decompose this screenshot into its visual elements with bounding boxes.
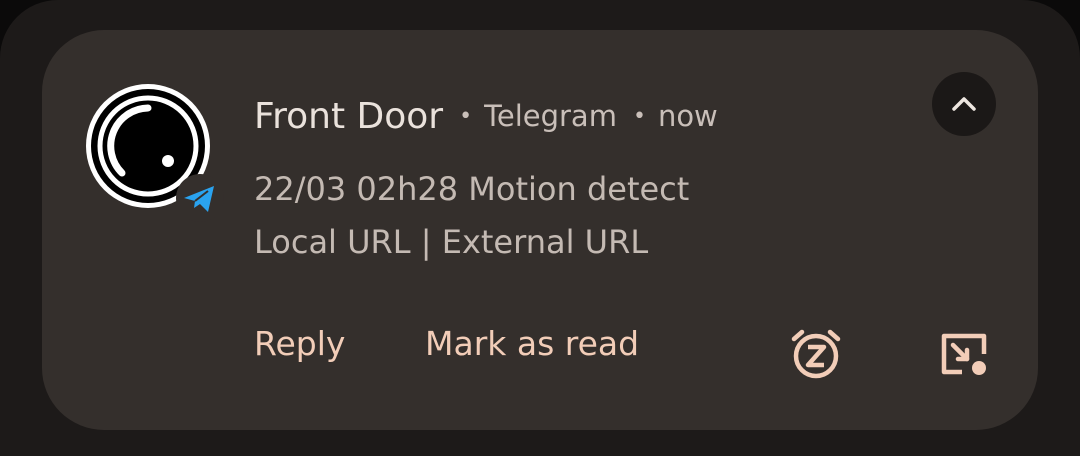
telegram-plane-icon — [174, 172, 226, 224]
snooze-alarm-icon — [791, 329, 841, 379]
app-name: Telegram — [484, 99, 617, 133]
header-separator: • — [632, 103, 646, 129]
reply-button[interactable]: Reply — [254, 324, 345, 363]
chevron-up-icon — [952, 97, 976, 111]
notification-time: now — [657, 99, 718, 133]
notification-card[interactable]: Front Door • Telegram • now 22/03 02h28 … — [42, 30, 1038, 430]
mark-as-read-button[interactable]: Mark as read — [425, 324, 639, 363]
snooze-button[interactable] — [784, 322, 848, 386]
header-separator: • — [459, 103, 473, 129]
notification-shade: Front Door • Telegram • now 22/03 02h28 … — [0, 0, 1080, 456]
open-in-bubble-icon — [941, 333, 987, 375]
notification-header: Front Door • Telegram • now — [254, 86, 718, 146]
notification-title: Front Door — [254, 95, 444, 137]
collapse-button[interactable] — [932, 72, 996, 136]
bubble-button[interactable] — [932, 322, 996, 386]
notification-body-line: 22/03 02h28 Motion detect — [254, 170, 690, 208]
notification-body-line: Local URL | External URL — [254, 223, 649, 261]
